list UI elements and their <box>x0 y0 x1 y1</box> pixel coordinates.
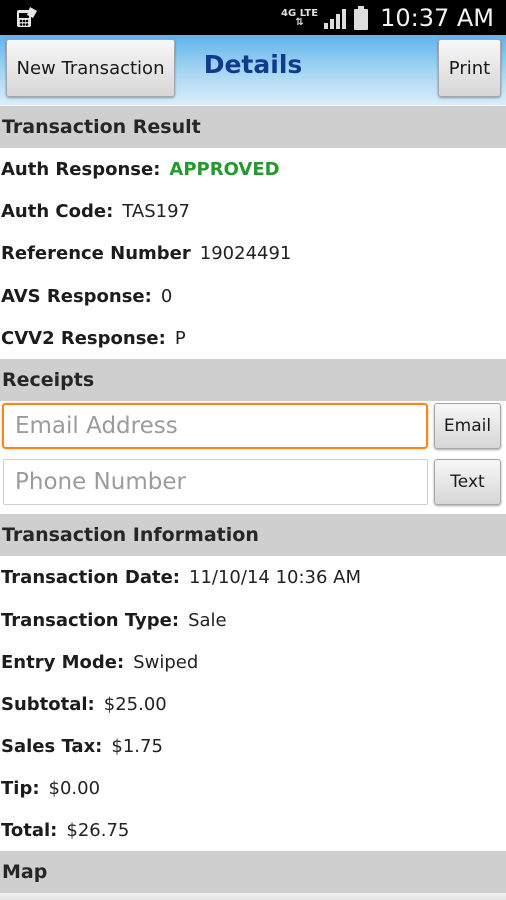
section-header-transaction-result: Transaction Result <box>0 106 506 148</box>
text-receipt-button[interactable]: Text <box>434 459 501 505</box>
total-label: Total: <box>1 819 58 841</box>
action-bar: New Transaction Details Print <box>0 35 506 105</box>
tip-label: Tip: <box>1 777 40 799</box>
print-button[interactable]: Print <box>438 39 501 97</box>
email-address-input[interactable] <box>2 403 428 449</box>
auth-code-label: Auth Code: <box>1 200 114 222</box>
sales-tax-value: $1.75 <box>111 735 163 757</box>
total-value: $26.75 <box>66 819 130 841</box>
app-notification-icon <box>17 7 37 27</box>
transaction-date-value: 11/10/14 10:36 AM <box>189 566 362 588</box>
subtotal-value: $25.00 <box>103 693 167 715</box>
sales-tax-label: Sales Tax: <box>1 735 103 757</box>
subtotal-row: Subtotal: $25.00 <box>1 683 167 725</box>
transaction-date-label: Transaction Date: <box>1 566 180 588</box>
auth-code-value: TAS197 <box>122 200 191 222</box>
auth-code-row: Auth Code: TAS197 <box>1 190 190 232</box>
subtotal-label: Subtotal: <box>1 693 95 715</box>
network-type-icon: 4G LTE ⇅ <box>281 7 319 28</box>
entry-mode-row: Entry Mode: Swiped <box>1 641 198 683</box>
transaction-type-row: Transaction Type: Sale <box>1 599 227 641</box>
auth-response-row: Auth Response: APPROVED <box>1 148 280 190</box>
sales-tax-row: Sales Tax: $1.75 <box>1 725 163 767</box>
section-header-transaction-information: Transaction Information <box>0 514 506 556</box>
entry-mode-value: Swiped <box>133 651 199 673</box>
new-transaction-button[interactable]: New Transaction <box>6 39 175 97</box>
status-bar: 4G LTE ⇅ 10:37 AM <box>0 0 506 35</box>
cvv2-response-row: CVV2 Response: P <box>1 317 186 359</box>
battery-icon <box>354 5 369 30</box>
signal-icon <box>324 8 347 29</box>
transaction-date-row: Transaction Date: 11/10/14 10:36 AM <box>1 556 361 598</box>
transaction-type-label: Transaction Type: <box>1 609 180 631</box>
clock: 10:37 AM <box>380 3 494 32</box>
reference-number-label: Reference Number <box>1 242 191 264</box>
total-row: Total: $26.75 <box>1 809 129 851</box>
reference-number-row: Reference Number 19024491 <box>1 232 291 274</box>
map-area <box>0 893 506 900</box>
entry-mode-label: Entry Mode: <box>1 651 125 673</box>
reference-number-value: 19024491 <box>199 242 292 264</box>
auth-response-label: Auth Response: <box>1 158 161 180</box>
phone-number-input[interactable] <box>3 459 428 505</box>
tip-row: Tip: $0.00 <box>1 767 100 809</box>
cvv2-response-label: CVV2 Response: <box>1 327 166 349</box>
transaction-type-value: Sale <box>188 609 227 631</box>
avs-response-label: AVS Response: <box>1 285 152 307</box>
email-receipt-button[interactable]: Email <box>434 403 501 449</box>
tip-value: $0.00 <box>48 777 101 799</box>
section-header-map: Map <box>0 851 506 893</box>
page-title: Details <box>203 50 303 79</box>
avs-response-row: AVS Response: 0 <box>1 275 172 317</box>
avs-response-value: 0 <box>160 285 173 307</box>
section-header-receipts: Receipts <box>0 359 506 401</box>
cvv2-response-value: P <box>174 327 186 349</box>
auth-response-value: APPROVED <box>169 158 280 180</box>
